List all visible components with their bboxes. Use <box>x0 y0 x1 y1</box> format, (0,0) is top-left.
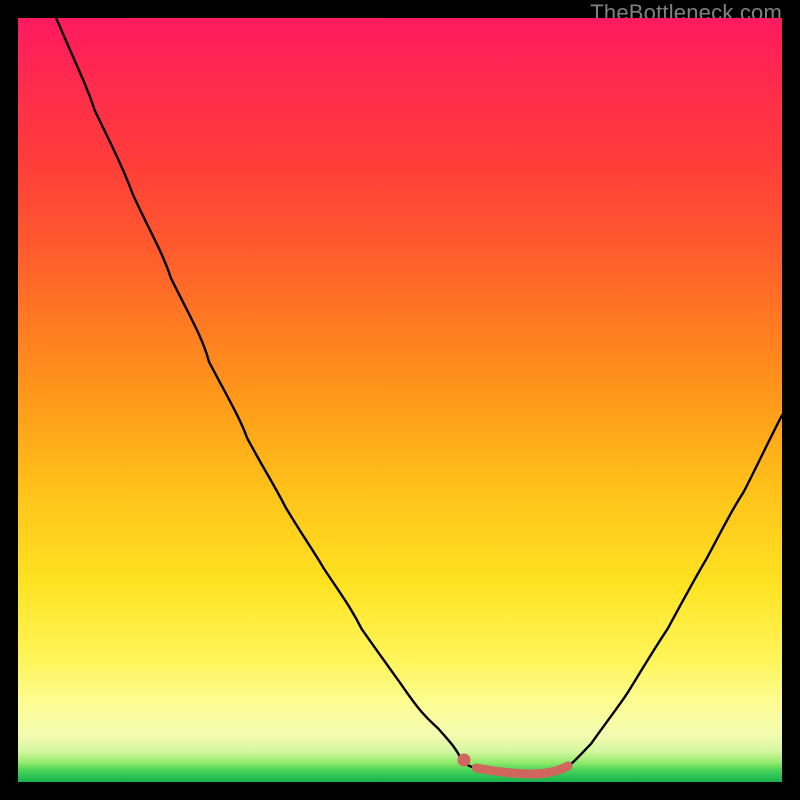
bottleneck-curve <box>56 18 782 775</box>
trough-marker <box>458 754 471 767</box>
bottleneck-curve-svg <box>18 18 782 782</box>
trough-highlight <box>476 766 568 774</box>
chart-frame: TheBottleneck.com <box>0 0 800 800</box>
plot-area <box>18 18 782 782</box>
